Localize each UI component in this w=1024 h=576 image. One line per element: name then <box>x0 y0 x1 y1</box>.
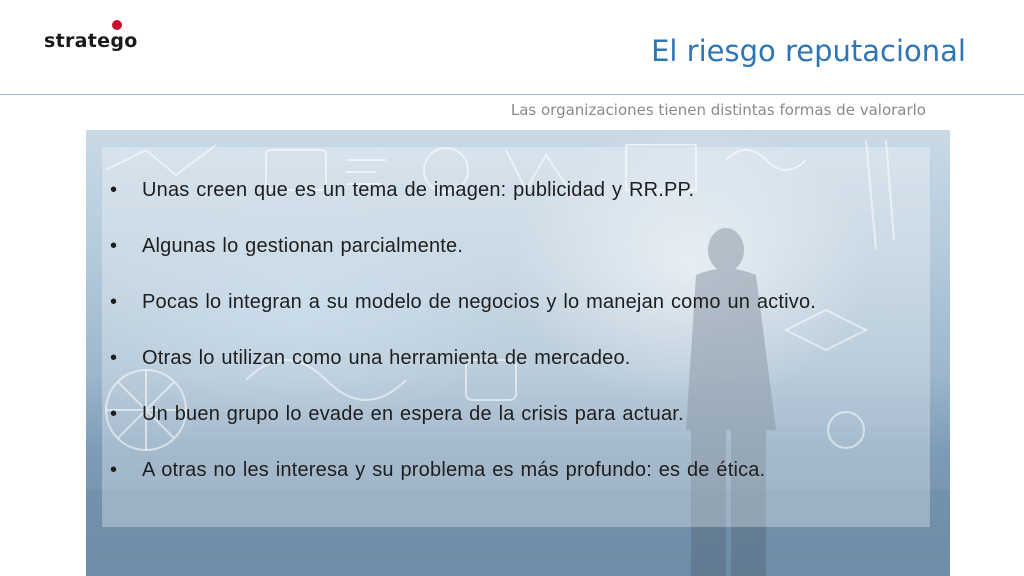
bullet-list: • Unas creen que es un tema de imagen: p… <box>110 178 930 482</box>
list-item: • Unas creen que es un tema de imagen: p… <box>110 178 930 202</box>
logo-text: stratego <box>44 30 138 52</box>
list-item-text: Un buen grupo lo evade en espera de la c… <box>142 403 684 425</box>
logo-dot-icon <box>112 20 122 30</box>
bullet-icon: • <box>110 403 118 425</box>
bullet-icon: • <box>110 291 118 313</box>
list-item: • A otras no les interesa y su problema … <box>110 458 930 482</box>
list-item-text: Algunas lo gestionan parcialmente. <box>142 235 464 257</box>
bullet-icon: • <box>110 179 118 201</box>
list-item: • Pocas lo integran a su modelo de negoc… <box>110 290 930 314</box>
slide-subtitle: Las organizaciones tienen distintas form… <box>510 101 926 119</box>
list-item: • Otras lo utilizan como una herramienta… <box>110 346 930 370</box>
bullet-icon: • <box>110 347 118 369</box>
bullet-icon: • <box>110 459 118 481</box>
list-item-text: Pocas lo integran a su modelo de negocio… <box>142 291 817 313</box>
slide-title: El riesgo reputacional <box>651 34 966 68</box>
list-item-text: A otras no les interesa y su problema es… <box>142 459 766 481</box>
list-item: • Algunas lo gestionan parcialmente. <box>110 234 930 258</box>
bullet-icon: • <box>110 235 118 257</box>
list-item-text: Unas creen que es un tema de imagen: pub… <box>142 179 695 201</box>
list-item: • Un buen grupo lo evade en espera de la… <box>110 402 930 426</box>
list-item-text: Otras lo utilizan como una herramienta d… <box>142 347 631 369</box>
slide: stratego El riesgo reputacional Las orga… <box>0 0 1024 576</box>
title-divider <box>0 94 1024 95</box>
